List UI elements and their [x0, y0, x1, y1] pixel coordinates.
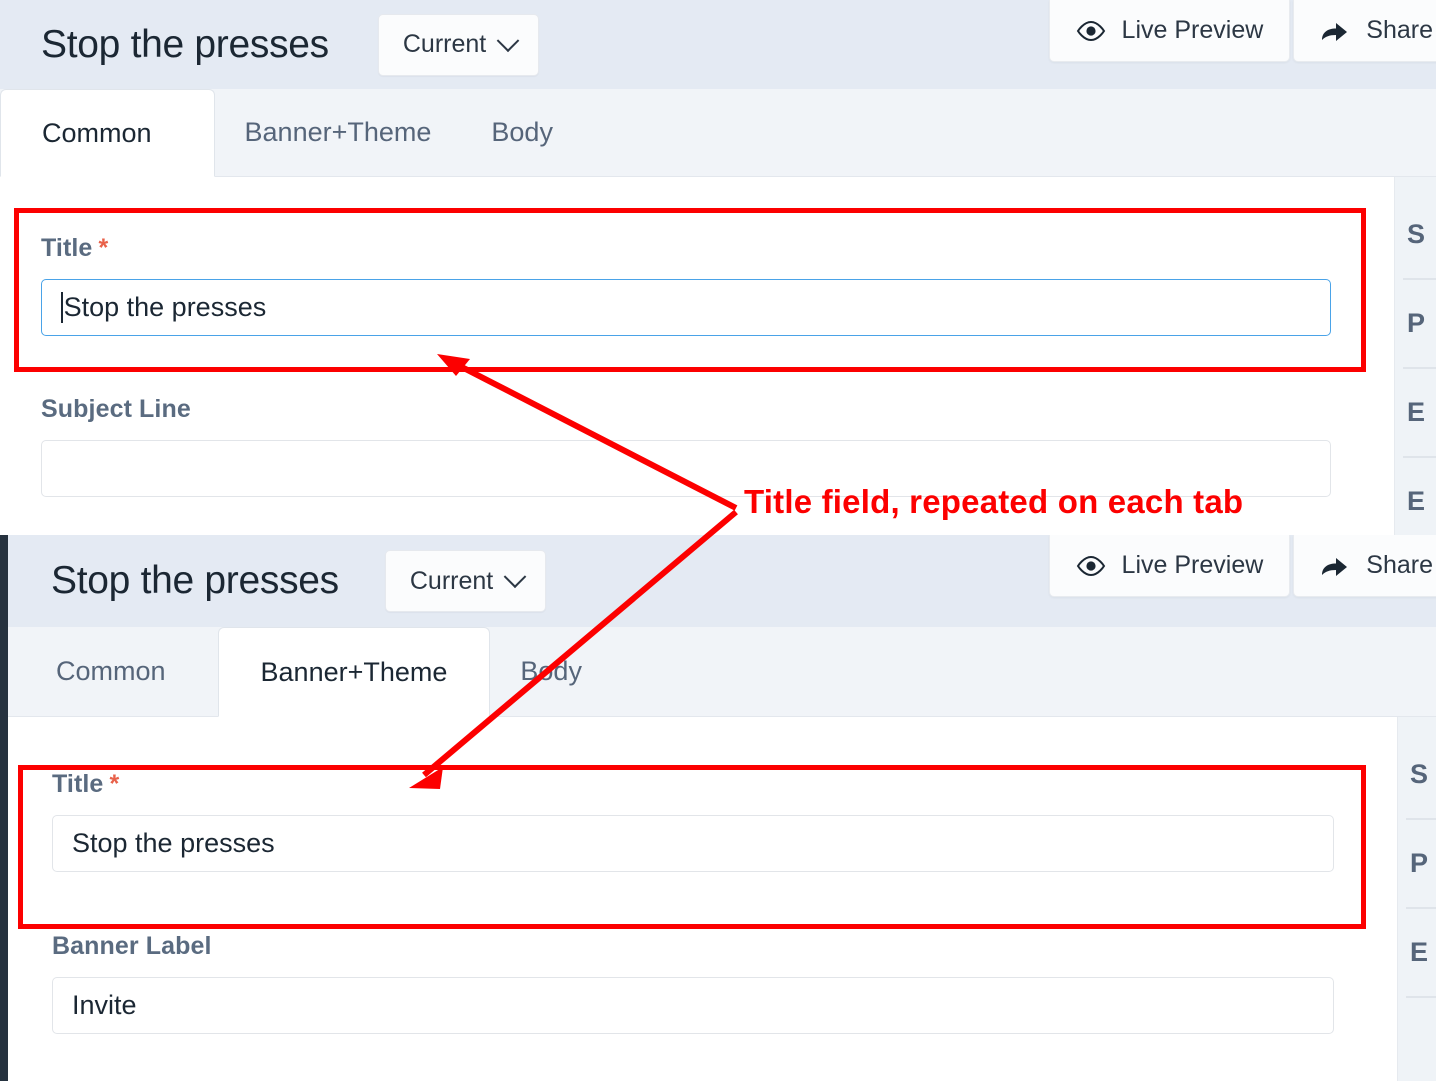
sidebar-divider-1 [1403, 367, 1436, 369]
required-indicator: * [98, 234, 109, 262]
live-preview-button[interactable]: Live Preview [1048, 0, 1291, 62]
banner-label-field-label: Banner Label [52, 932, 212, 960]
sidebar-item-1[interactable]: P [1407, 308, 1425, 339]
header-actions-bottom: Live Preview Share [1048, 535, 1436, 627]
banner-label-input[interactable]: Invite [52, 977, 1334, 1034]
sidebar-item-0-bottom[interactable]: S [1410, 759, 1428, 790]
page-title: Stop the presses [41, 22, 329, 66]
share-arrow-icon [1322, 557, 1348, 576]
tab-common[interactable]: Common [0, 89, 215, 177]
sidebar-divider-0 [1403, 278, 1436, 280]
tabstrip-top: Common Banner+Theme Body [0, 89, 1436, 177]
share-label-bottom: Share [1366, 551, 1433, 579]
tab-body[interactable]: Body [461, 89, 583, 176]
title-field-label-bottom: Title * [52, 770, 120, 798]
field-title-bottom: Title * Stop the presses [52, 770, 1334, 872]
field-title: Title * Stop the presses [41, 234, 1331, 336]
title-field-label: Title * [41, 234, 109, 262]
tab-body-label: Body [491, 117, 553, 147]
form-banner-theme: Title * Stop the presses Banner Label Inv… [8, 717, 1398, 1081]
tab-banner-theme-bottom[interactable]: Banner+Theme [217, 627, 491, 717]
content-row-bottom: Title * Stop the presses Banner Label Inv… [8, 717, 1436, 1081]
tab-banner-theme-label-bottom: Banner+Theme [260, 656, 448, 687]
live-preview-label: Live Preview [1121, 16, 1264, 44]
title-input-value-bottom: Stop the presses [72, 828, 275, 858]
title-input-value: Stop the presses [63, 292, 267, 322]
version-dropdown-button-bottom[interactable]: Current [384, 550, 547, 612]
title-input[interactable]: Stop the presses [41, 279, 1331, 336]
required-indicator-bottom: * [109, 770, 120, 798]
form-common: Title * Stop the presses Subject Line [0, 177, 1395, 535]
share-arrow-icon [1322, 22, 1348, 41]
tab-body-bottom[interactable]: Body [490, 627, 612, 716]
tab-banner-theme[interactable]: Banner+Theme [215, 89, 462, 176]
header-actions-top: Live Preview Share [1048, 0, 1436, 89]
version-dropdown-button[interactable]: Current [377, 13, 540, 76]
chevron-down-icon [496, 28, 520, 52]
sidebar-item-2[interactable]: E [1407, 397, 1425, 428]
sidebar-item-1-bottom[interactable]: P [1410, 848, 1428, 879]
app-header-top: Stop the presses Current Live Preview Sh… [0, 0, 1436, 89]
sidebar-item-2-bottom[interactable]: E [1410, 937, 1428, 968]
version-dropdown-label: Current [402, 30, 487, 58]
title-input-bottom[interactable]: Stop the presses [52, 815, 1334, 872]
text-caret [61, 292, 63, 323]
common-tab-screenshot: Stop the presses Current Live Preview Sh… [0, 0, 1436, 535]
share-button-bottom[interactable]: Share [1293, 535, 1436, 597]
share-label: Share [1366, 16, 1433, 44]
tab-banner-theme-label: Banner+Theme [244, 117, 432, 147]
right-sidebar-bottom: S P E [1398, 717, 1436, 1081]
sidebar-item-3[interactable]: E [1407, 486, 1425, 517]
tab-common-label: Common [42, 117, 152, 148]
version-dropdown-label-bottom: Current [409, 566, 494, 595]
live-preview-button-bottom[interactable]: Live Preview [1048, 535, 1291, 597]
banner-theme-tab-screenshot: Stop the presses Current Live Preview Sh… [0, 535, 1436, 1081]
field-banner-label: Banner Label Invite [52, 932, 1334, 1034]
tab-body-label-bottom: Body [520, 656, 582, 686]
sidebar-divider-0-bottom [1406, 818, 1436, 820]
share-button[interactable]: Share [1293, 0, 1436, 62]
page-title-bottom: Stop the presses [51, 559, 339, 602]
tab-common-label-bottom: Common [56, 656, 166, 686]
sidebar-divider-2-bottom [1406, 996, 1436, 998]
subject-line-field-label: Subject Line [41, 395, 191, 423]
app-header-bottom: Stop the presses Current Live Preview Sh… [8, 535, 1436, 627]
subject-line-input[interactable] [41, 440, 1331, 497]
eye-icon [1076, 555, 1105, 576]
tab-common-bottom[interactable]: Common [8, 627, 218, 716]
tabstrip-bottom: Common Banner+Theme Body [8, 627, 1436, 717]
banner-label-input-value: Invite [72, 990, 137, 1020]
eye-icon [1076, 20, 1105, 41]
field-subject-line: Subject Line [41, 395, 1331, 497]
sidebar-item-0[interactable]: S [1407, 219, 1425, 250]
chevron-down-icon [503, 565, 527, 589]
right-sidebar-top: S P E E [1395, 177, 1436, 535]
content-row-top: Title * Stop the presses Subject Line S P… [0, 177, 1436, 535]
live-preview-label-bottom: Live Preview [1121, 551, 1264, 579]
sidebar-divider-1-bottom [1406, 907, 1436, 909]
sidebar-divider-2 [1403, 456, 1436, 458]
